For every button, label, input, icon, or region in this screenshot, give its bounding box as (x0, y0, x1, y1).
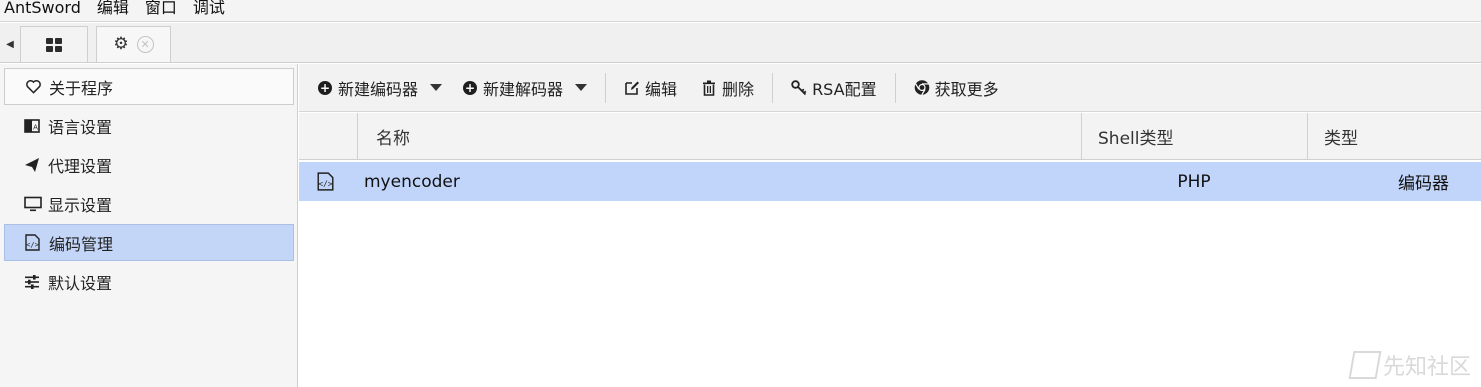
svg-text:</>: </> (26, 241, 39, 249)
table-row[interactable]: </> myencoder PHP 编码器 (299, 162, 1481, 201)
tab-home[interactable] (20, 26, 88, 62)
chrome-icon (914, 80, 930, 96)
code-file-icon: </> (317, 162, 341, 201)
sidebar-item-label: 语言设置 (48, 117, 113, 137)
watermark: 先知社区 (1348, 349, 1471, 381)
sidebar-item-label: 代理设置 (48, 156, 113, 176)
menu-edit[interactable]: 编辑 (93, 0, 135, 16)
plus-circle-icon: + (318, 80, 332, 95)
column-header-type[interactable]: 类型 (1307, 113, 1481, 160)
delete-button[interactable]: 删除 (701, 64, 754, 112)
encoder-shell-type: PHP (1177, 171, 1211, 192)
sidebar-item-language[interactable]: A 语言设置 (4, 107, 294, 144)
paper-plane-icon (24, 157, 44, 173)
encoder-toolbar: + 新建编码器 + 新建解码器 编辑 删除 RSA配置 获取更多 (299, 64, 1481, 112)
tab-settings[interactable]: ⚙ ✕ (96, 26, 171, 62)
sidebar-item-label: 显示设置 (48, 195, 113, 215)
edit-button[interactable]: 编辑 (624, 64, 677, 112)
menu-debug[interactable]: 调试 (189, 0, 231, 16)
gear-icon: ⚙ (113, 34, 129, 54)
sidebar-item-label: 关于程序 (49, 78, 114, 98)
get-more-button[interactable]: 获取更多 (914, 64, 999, 112)
svg-text:A: A (33, 123, 38, 131)
heart-icon (25, 79, 45, 94)
trash-icon (701, 80, 717, 96)
monitor-icon (24, 196, 44, 212)
column-header-label: 类型 (1324, 129, 1358, 149)
toolbar-separator (605, 72, 607, 103)
sidebar-item-label: 编码管理 (49, 234, 114, 254)
new-decoder-label: 新建解码器 (483, 79, 564, 99)
rsa-config-button[interactable]: RSA配置 (791, 64, 877, 112)
caret-down-icon[interactable] (430, 84, 443, 91)
get-more-label: 获取更多 (934, 79, 999, 99)
edit-icon (624, 80, 640, 96)
sidebar-item-display[interactable]: 显示设置 (4, 185, 294, 222)
sidebar-item-default[interactable]: 默认设置 (4, 263, 294, 300)
settings-sidebar: 关于程序 A 语言设置 代理设置 显示设置 </> 编码管理 默认设置 (0, 64, 298, 387)
menu-window[interactable]: 窗口 (141, 0, 183, 16)
plus-circle-icon: + (463, 80, 478, 95)
key-icon (791, 79, 807, 96)
tab-scroll-left-button[interactable]: ◀ (0, 31, 20, 57)
column-header-label: Shell类型 (1098, 129, 1174, 149)
edit-label: 编辑 (645, 79, 678, 99)
column-header-name[interactable]: 名称 (357, 113, 1081, 160)
toolbar-separator (772, 72, 774, 103)
caret-left-icon: ◀ (6, 38, 14, 50)
caret-down-icon[interactable] (575, 84, 588, 91)
watermark-logo-icon (1348, 351, 1382, 379)
language-icon: A (24, 118, 44, 134)
sidebar-item-proxy[interactable]: 代理设置 (4, 146, 294, 183)
menu-antsword[interactable]: AntSword (0, 0, 87, 16)
tab-bar: ◀ ⚙ ✕ (0, 23, 1481, 63)
sidebar-item-about[interactable]: 关于程序 (4, 68, 294, 105)
new-encoder-button[interactable]: + 新建编码器 (317, 64, 443, 112)
column-header-shell-type[interactable]: Shell类型 (1081, 113, 1307, 160)
grid-icon (46, 37, 62, 52)
code-file-icon: </> (25, 234, 45, 251)
delete-label: 删除 (722, 79, 755, 99)
encoder-name: myencoder (364, 171, 460, 192)
watermark-text: 先知社区 (1382, 355, 1471, 380)
sidebar-item-encoder-management[interactable]: </> 编码管理 (4, 224, 294, 261)
svg-text:</>: </> (318, 180, 332, 189)
new-decoder-button[interactable]: + 新建解码器 (462, 64, 588, 112)
column-header-label: 名称 (376, 129, 410, 149)
icon-column-header[interactable] (299, 113, 357, 160)
toolbar-separator (894, 72, 896, 103)
sliders-icon (24, 274, 44, 290)
menu-bar: AntSword 编辑 窗口 调试 (0, 0, 1481, 22)
close-icon[interactable]: ✕ (136, 36, 154, 53)
sidebar-item-label: 默认设置 (48, 273, 113, 293)
rsa-config-label: RSA配置 (812, 79, 877, 99)
encoder-table-header: 名称 Shell类型 类型 (299, 113, 1481, 160)
new-encoder-label: 新建编码器 (338, 79, 419, 99)
encoder-type: 编码器 (1398, 174, 1449, 194)
